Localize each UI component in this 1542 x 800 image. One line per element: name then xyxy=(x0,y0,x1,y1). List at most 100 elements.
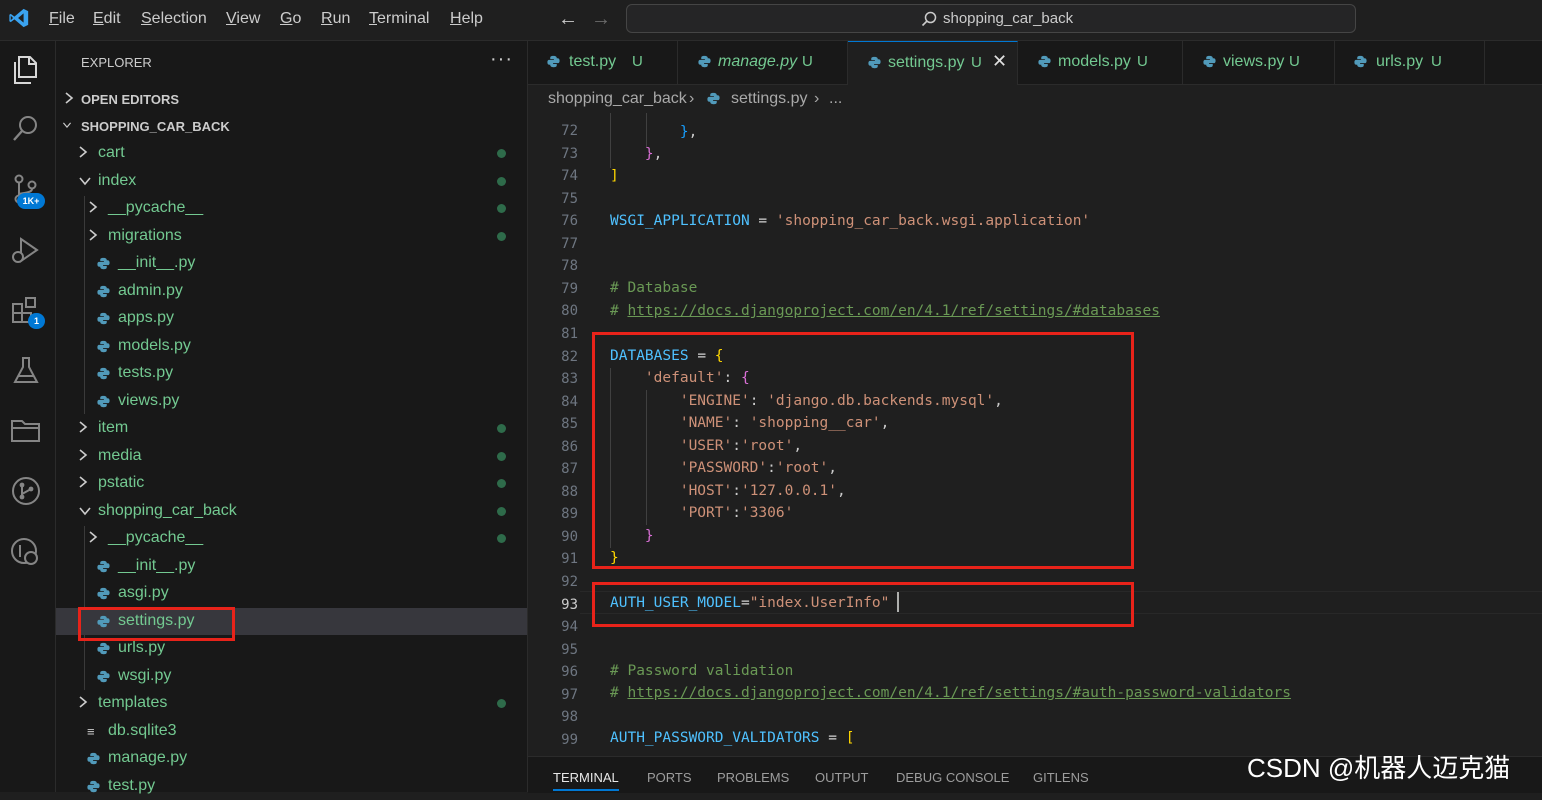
open-editors-section[interactable]: OPEN EDITORS xyxy=(56,86,527,113)
git-status-dot xyxy=(497,231,506,241)
docs-link-databases[interactable]: https://docs.djangoproject.com/en/4.1/re… xyxy=(627,303,1160,319)
panel-tab-output[interactable]: OUTPUT xyxy=(815,770,868,785)
git-graph-icon[interactable] xyxy=(9,474,43,508)
menu-help[interactable]: Help xyxy=(450,10,483,28)
tree-folder[interactable]: cart xyxy=(56,140,527,167)
tree-file[interactable]: manage.pyU xyxy=(56,745,564,772)
tree-file[interactable]: test.pyU xyxy=(56,773,564,800)
arrow-left-icon[interactable]: ← xyxy=(558,8,578,31)
tree-folder[interactable]: __pycache__ xyxy=(56,195,527,222)
tree-folder[interactable]: templates xyxy=(56,690,527,717)
arrow-right-icon[interactable]: → xyxy=(591,8,611,31)
panel-tab-terminal[interactable]: TERMINAL xyxy=(553,770,619,785)
run-debug-icon[interactable] xyxy=(9,234,43,268)
tree-folder[interactable]: media xyxy=(56,443,527,470)
breadcrumb-file[interactable]: settings.py xyxy=(731,90,807,108)
tree-file[interactable]: models.pyU xyxy=(56,333,564,360)
highlight-box-settings-file xyxy=(78,607,235,641)
editor-tab[interactable]: test.py U xyxy=(528,41,678,84)
tree-file[interactable]: tests.pyU xyxy=(56,360,564,387)
menu-view[interactable]: View xyxy=(226,10,260,28)
line-number: 95 xyxy=(561,641,578,658)
line-number: 87 xyxy=(561,461,578,478)
vscode-logo-icon xyxy=(9,8,29,28)
explorer-files-icon[interactable] xyxy=(9,53,43,87)
search-icon[interactable] xyxy=(9,112,43,146)
tree-item-label: __pycache__ xyxy=(108,199,204,216)
tab-git-status: U xyxy=(1431,53,1442,70)
tree-folder[interactable]: pstatic xyxy=(56,470,527,497)
docs-link-password-validators[interactable]: https://docs.djangoproject.com/en/4.1/re… xyxy=(627,685,1290,701)
line-number: 73 xyxy=(561,145,578,162)
panel-tab-problems[interactable]: PROBLEMS xyxy=(717,770,789,785)
tree-file[interactable]: apps.pyU xyxy=(56,305,564,332)
tab-label: views.py xyxy=(1223,53,1285,70)
menu-selection[interactable]: Selection xyxy=(141,10,207,28)
tree-item-label: asgi.py xyxy=(118,584,169,601)
tree-file[interactable]: views.pyU xyxy=(56,388,564,415)
tab-label: urls.py xyxy=(1376,53,1424,70)
tree-folder[interactable]: shopping_car_back xyxy=(56,498,527,525)
chevron-right-icon xyxy=(89,201,98,213)
line-number: 86 xyxy=(561,438,578,455)
more-actions-icon[interactable]: ··· xyxy=(490,48,513,71)
tree-file[interactable]: __init__.pyU xyxy=(56,553,564,580)
tree-folder[interactable]: index xyxy=(56,168,527,195)
tree-item-label: pstatic xyxy=(98,474,145,491)
timeline-icon[interactable] xyxy=(9,534,43,568)
editor-tab[interactable]: views.py U xyxy=(1183,41,1335,84)
menu-file[interactable]: File xyxy=(49,10,75,28)
line-number: 78 xyxy=(561,258,578,275)
open-editors-label: OPEN EDITORS xyxy=(81,92,180,107)
code-line-76: WSGI_APPLICATION = 'shopping_car_back.ws… xyxy=(610,213,1091,229)
tree-file[interactable]: __init__.pyU xyxy=(56,250,564,277)
tree-file[interactable]: asgi.pyU xyxy=(56,580,564,607)
title-bar: File Edit Selection View Go Run Terminal… xyxy=(0,0,1542,41)
tree-file[interactable]: admin.pyU xyxy=(56,278,564,305)
python-file-icon xyxy=(97,670,110,682)
chevron-right-icon: › xyxy=(689,90,695,107)
menu-terminal[interactable]: Terminal xyxy=(369,10,429,28)
panel-tab-ports[interactable]: PORTS xyxy=(647,770,692,785)
editor-tab[interactable]: urls.py U xyxy=(1335,41,1485,84)
tree-item-label: db.sqlite3 xyxy=(108,721,177,739)
code-line-72: }, xyxy=(679,124,698,140)
menu-go[interactable]: Go xyxy=(280,10,301,28)
tree-folder[interactable]: item xyxy=(56,415,527,442)
python-file-icon xyxy=(547,55,560,68)
python-file-icon xyxy=(698,55,711,68)
chevron-right-icon xyxy=(79,421,88,433)
tree-item-label: tests.py xyxy=(118,364,174,381)
editor-tab[interactable]: manage.py U xyxy=(678,41,848,84)
menu-run[interactable]: Run xyxy=(321,10,350,28)
tree-item-label: wsgi.py xyxy=(118,666,172,684)
panel-tab-gitlens[interactable]: GITLENS xyxy=(1033,770,1089,785)
folder-icon[interactable] xyxy=(9,413,43,447)
watermark: CSDN @机器人迈克猫 xyxy=(1247,753,1511,783)
testing-flask-icon[interactable] xyxy=(9,354,43,388)
code-line-99: AUTH_PASSWORD_VALIDATORS = [ xyxy=(610,730,855,746)
close-icon[interactable]: ✕ xyxy=(992,51,1007,72)
python-file-icon xyxy=(97,642,110,655)
panel-tab-debug-console[interactable]: DEBUG CONSOLE xyxy=(896,770,1009,785)
line-number: 82 xyxy=(561,348,578,365)
tree-file[interactable]: ≡db.sqlite3U xyxy=(56,718,564,745)
editor-tab[interactable]: models.py U xyxy=(1018,41,1183,84)
git-status-dot xyxy=(497,149,506,158)
breadcrumb-more[interactable]: ... xyxy=(829,90,842,108)
menu-edit[interactable]: Edit xyxy=(93,10,121,28)
workspace-root[interactable]: SHOPPING_CAR_BACK xyxy=(56,113,527,140)
line-number: 96 xyxy=(561,664,578,681)
python-file-icon xyxy=(868,56,881,69)
tree-file[interactable]: wsgi.pyU xyxy=(56,663,564,690)
tree-folder[interactable]: migrations xyxy=(56,223,527,250)
chevron-right-icon: › xyxy=(814,90,820,107)
tree-folder[interactable]: __pycache__ xyxy=(56,525,527,552)
code-line-96: # Password validation xyxy=(610,663,794,679)
git-status-dot xyxy=(497,424,506,433)
command-center-search[interactable]: shopping_car_back xyxy=(626,4,1356,33)
highlight-box-databases xyxy=(592,332,1134,569)
editor-tab[interactable]: settings.py U ✕ xyxy=(848,41,1018,85)
breadcrumb-folder[interactable]: shopping_car_back xyxy=(548,90,687,108)
code-line-79: # Database xyxy=(610,280,698,296)
